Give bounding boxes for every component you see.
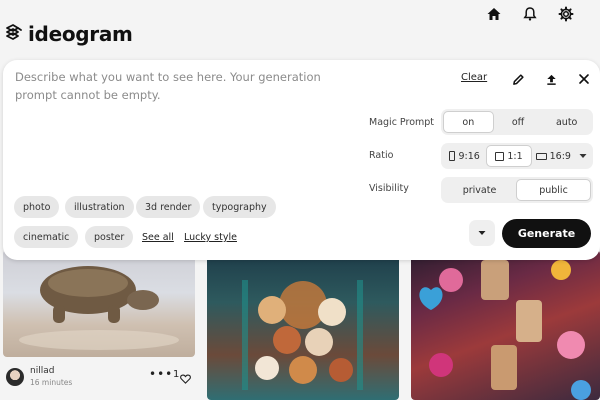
ratio-chevron-down-icon[interactable]: [575, 145, 591, 167]
image-feed: [0, 250, 600, 400]
style-chip-photo[interactable]: photo: [14, 196, 60, 218]
ratio-label: Ratio: [369, 150, 394, 161]
ideogram-logo-icon: [4, 22, 24, 46]
generate-button[interactable]: Generate: [502, 219, 591, 248]
magic-prompt-label: Magic Prompt: [369, 117, 435, 128]
heart-icon[interactable]: [180, 369, 191, 388]
magic-prompt-off[interactable]: off: [494, 111, 543, 133]
lucky-style-link[interactable]: Lucky style: [184, 232, 237, 243]
visibility-private[interactable]: private: [443, 179, 516, 201]
magic-prompt-on[interactable]: on: [443, 111, 494, 133]
prompt-panel: Describe what you want to see here. Your…: [3, 60, 600, 260]
style-chip-typography[interactable]: typography: [203, 196, 276, 218]
ratio-16-9[interactable]: 16:9: [532, 145, 575, 167]
pencil-icon[interactable]: [509, 70, 527, 88]
clear-button[interactable]: Clear: [461, 72, 487, 83]
brand-logo[interactable]: ideogram: [4, 22, 133, 46]
gear-icon[interactable]: [548, 3, 584, 25]
brand-name: ideogram: [28, 22, 133, 46]
prompt-input[interactable]: Describe what you want to see here. Your…: [15, 68, 355, 104]
chevron-down-icon: [478, 231, 486, 235]
ratio-9-16[interactable]: 9:16: [443, 145, 486, 167]
ratio-selector: 9:16 1:1 16:9: [441, 143, 593, 169]
visibility-public[interactable]: public: [516, 179, 591, 201]
square-ratio-icon: [495, 151, 505, 161]
style-chip-cinematic[interactable]: cinematic: [14, 226, 79, 248]
more-options-icon[interactable]: •••: [149, 367, 173, 381]
ratio-1-1[interactable]: 1:1: [486, 145, 532, 167]
post-time: 16 minutes: [30, 378, 73, 387]
ratio-9-16-label: 9:16: [458, 150, 480, 162]
home-icon[interactable]: [476, 3, 512, 25]
landscape-ratio-icon: [535, 152, 547, 160]
ratio-1-1-label: 1:1: [507, 150, 523, 162]
feed-image-letters[interactable]: [411, 250, 600, 400]
magic-prompt-toggle: on off auto: [441, 109, 593, 135]
avatar[interactable]: [6, 368, 24, 386]
style-chip-illustration[interactable]: illustration: [65, 196, 134, 218]
top-bar: ideogram: [0, 0, 600, 62]
like-count: 1: [173, 369, 180, 380]
see-all-link[interactable]: See all: [142, 232, 174, 243]
style-chip-poster[interactable]: poster: [85, 226, 134, 248]
ratio-16-9-label: 16:9: [549, 150, 571, 162]
magic-prompt-auto[interactable]: auto: [542, 111, 591, 133]
bell-icon[interactable]: [512, 3, 548, 25]
visibility-toggle: private public: [441, 177, 593, 203]
feed-image-turtle[interactable]: [3, 250, 195, 357]
portrait-ratio-icon: [449, 151, 456, 161]
feed-image-cats[interactable]: [207, 250, 399, 400]
visibility-label: Visibility: [369, 183, 409, 194]
close-icon[interactable]: [575, 70, 593, 88]
generate-options-button[interactable]: [469, 220, 495, 246]
upload-icon[interactable]: [542, 70, 560, 88]
style-chip-3d-render[interactable]: 3d render: [136, 196, 201, 218]
username[interactable]: nillad: [30, 366, 54, 376]
